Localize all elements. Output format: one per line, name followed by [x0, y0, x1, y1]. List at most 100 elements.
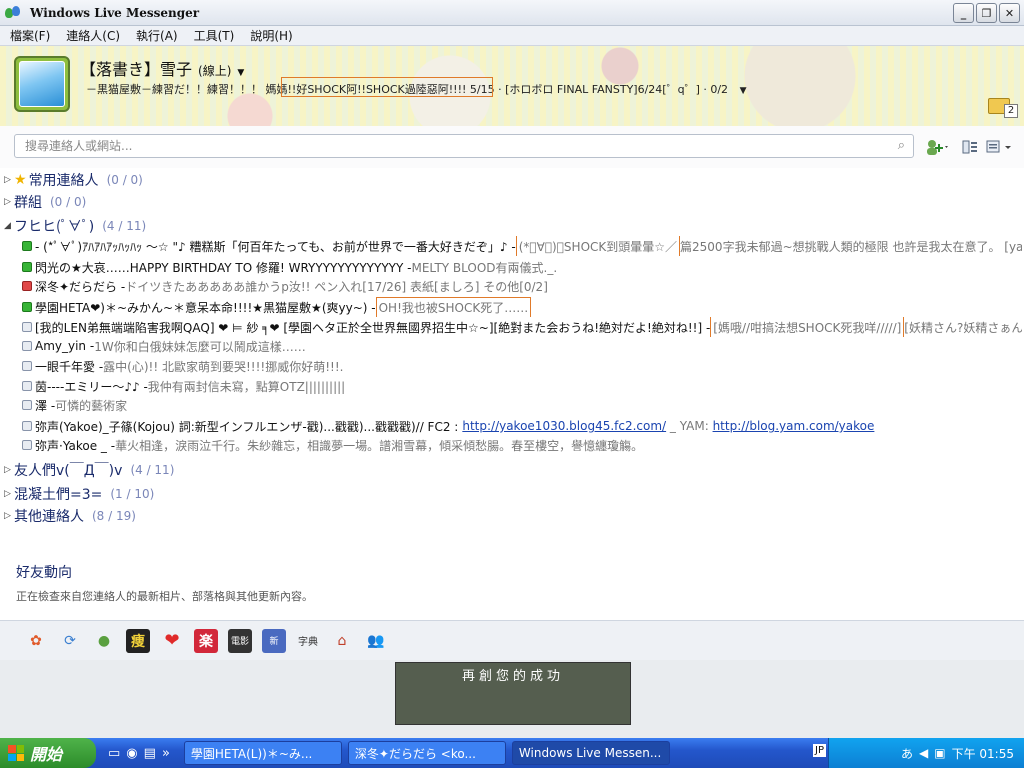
clock[interactable]: 下午 01:55: [952, 745, 1014, 762]
title-bar[interactable]: Windows Live Messenger _ ❐ ✕: [0, 0, 1024, 26]
group-other[interactable]: ▷ 其他連絡人 (8 / 19): [4, 505, 136, 527]
group-count: (4 / 11): [102, 219, 147, 233]
menu-contacts[interactable]: 連絡人(C): [66, 27, 120, 44]
group-favorites[interactable]: ▷ ★ 常用連絡人 (0 / 0): [4, 169, 143, 191]
group-groups[interactable]: ▷ 群組 (0 / 0): [4, 191, 86, 213]
chinese-chars-icon[interactable]: 新: [262, 628, 286, 653]
expand-arrow-icon[interactable]: ▷: [4, 175, 14, 185]
display-name[interactable]: 【落書き】雪子 (線上) ▼: [80, 56, 244, 80]
group-name: 友人們v(￣Д￣)v: [14, 463, 123, 479]
ime-icon[interactable]: あ: [901, 745, 913, 762]
close-button[interactable]: ✕: [999, 3, 1020, 23]
contact-row[interactable]: 學園HETA❤)＊~みかん~＊意呆本命!!!!★黒猫屋敷★(爽yy~) - OH…: [22, 297, 1022, 317]
contact-name: [我的LEN弟無端端陷害我啊QAQ] ❤ ⊨ 紗 ╕❤ [學園ヘタ正於全世界無國…: [35, 320, 711, 335]
contact-row[interactable]: 弥声·Yakoe _ - 華火相逢，淚雨泣千行。朱紗雜忘，相識夢一場。譜湘雪幕，…: [22, 435, 1022, 455]
collapse-arrow-icon[interactable]: ◢: [4, 221, 14, 231]
link-separator: _ YAM:: [666, 419, 713, 433]
contact-name: 弥声·Yakoe _ -: [35, 438, 116, 453]
group-name: 其他連絡人: [14, 509, 84, 525]
mail-icon[interactable]: 2: [988, 96, 1018, 120]
offline-status-icon: [22, 341, 32, 351]
menu-help[interactable]: 說明(H): [250, 27, 292, 44]
advertisement-banner[interactable]: 再創您的成功: [395, 662, 631, 725]
add-contact-button[interactable]: [924, 138, 950, 156]
group-fuhihi[interactable]: ◢ フヒヒ(ﾟ∀ﾟ) (4 / 11): [4, 215, 146, 237]
taskbar-item-2[interactable]: 深冬✦だらだら <ko...: [347, 741, 506, 765]
display-picture[interactable]: [14, 56, 70, 112]
expand-arrow-icon[interactable]: ▷: [4, 197, 14, 207]
group-friends[interactable]: ▷ 友人們v(￣Д￣)v (4 / 11): [4, 459, 174, 481]
options-menu-icon: [986, 140, 1011, 153]
contact-name: 茵----エミリー～♪♪ -: [35, 379, 148, 394]
status-dropdown-icon[interactable]: ▼: [237, 68, 244, 78]
menu-tools[interactable]: 工具(T): [194, 27, 235, 44]
search-input[interactable]: 搜尋連絡人或網站... ⌕: [14, 134, 914, 158]
expand-arrow-icon[interactable]: ▷: [4, 465, 14, 475]
sync-icon[interactable]: ⟳: [58, 629, 82, 653]
group-name: フヒヒ(ﾟ∀ﾟ): [14, 219, 95, 235]
diet-app-icon[interactable]: 痩: [126, 628, 150, 653]
heart-icon[interactable]: ❤: [160, 629, 184, 653]
media-player-icon[interactable]: ◉: [126, 746, 137, 761]
offline-status-icon: [22, 361, 32, 371]
house-icon[interactable]: ⌂: [330, 629, 354, 653]
contact-name: 一眼千年愛 -: [35, 359, 104, 374]
menu-file[interactable]: 檔案(F): [10, 27, 50, 44]
taskbar-item-label: Windows Live Messen...: [518, 746, 662, 760]
contact-name: 學園HETA❤)＊~みかん~＊意呆本命!!!!★黒猫屋敷★(爽yy~) -: [35, 300, 376, 315]
busy-status-icon: [22, 281, 32, 291]
group-concrete[interactable]: ▷ 混凝土們=3= (1 / 10): [4, 483, 154, 505]
status-label: (線上): [198, 64, 232, 78]
minimize-button[interactable]: _: [953, 3, 974, 23]
expand-arrow-icon[interactable]: ▷: [4, 489, 14, 499]
system-tray: あ ◀ ▣ 下午 01:55: [828, 738, 1024, 768]
whats-new-title[interactable]: 好友動向: [16, 562, 313, 582]
dictionary-icon[interactable]: 字典: [296, 629, 320, 653]
search-placeholder: 搜尋連絡人或網站...: [25, 139, 133, 153]
taskbar-item-3[interactable]: Windows Live Messen...: [511, 741, 670, 765]
start-button[interactable]: 開始: [0, 738, 96, 768]
contact-row[interactable]: 茵----エミリー～♪♪ - 我仲有兩封信未寫，點算OTZ||||||||||: [22, 376, 1022, 396]
language-indicator[interactable]: JP: [813, 744, 826, 757]
show-desktop-icon[interactable]: ▭: [108, 746, 120, 761]
more-chevron-icon[interactable]: »: [162, 746, 170, 761]
personal-message-dropdown-icon[interactable]: ▼: [740, 86, 747, 96]
taskbar-item-1[interactable]: 學園HETA(L))＊~み...: [183, 741, 342, 765]
person-icon[interactable]: ●: [92, 629, 116, 653]
online-status-icon: [22, 302, 32, 312]
contact-list[interactable]: ▷ ★ 常用連絡人 (0 / 0) ▷ 群組 (0 / 0) ◢ フヒヒ(ﾟ∀ﾟ…: [0, 168, 1024, 530]
blog-link-yam[interactable]: http://blog.yam.com/yakoe: [713, 419, 875, 433]
butterfly-icon[interactable]: ✿: [24, 629, 48, 653]
movie-icon[interactable]: 電影: [228, 628, 252, 653]
menu-actions[interactable]: 執行(A): [136, 27, 178, 44]
list-view-icon: [962, 140, 977, 154]
online-status-icon: [22, 241, 32, 251]
contact-row[interactable]: 閃光の★大哀……HAPPY BIRTHDAY TO 修羅! WRYYYYYYYY…: [22, 257, 1022, 277]
blog-link-fc2[interactable]: http://yakoe1030.blog45.fc2.com/: [462, 419, 666, 433]
options-menu-button[interactable]: [986, 138, 1014, 156]
offline-status-icon: [22, 421, 32, 431]
search-icon[interactable]: ⌕: [898, 135, 905, 157]
contact-row[interactable]: - (*ﾟ∀ﾟ)ｱﾊｱﾊｱｯﾊｯﾊｯ ～☆ "♪ 糟糕斯「何百年たっても、お前が…: [22, 236, 1022, 256]
group-count: (0 / 0): [106, 173, 143, 187]
folder-icon[interactable]: ▤: [144, 746, 156, 761]
rakuten-icon[interactable]: 楽: [194, 628, 218, 653]
search-row: 搜尋連絡人或網站... ⌕: [0, 126, 1024, 168]
contact-message-highlighted: OH!我也被SHOCK死了……: [375, 297, 532, 317]
restore-button[interactable]: ❐: [976, 3, 997, 23]
contact-row[interactable]: [我的LEN弟無端端陷害我啊QAQ] ❤ ⊨ 紗 ╕❤ [學園ヘタ正於全世界無國…: [22, 317, 1022, 337]
profile-banner: 【落書き】雪子 (線上) ▼ －黒猫屋敷－練習だ！！練習！！！ 媽媽!!好SHO…: [0, 46, 1024, 126]
contact-row[interactable]: Amy_yin - 1W你和白俄妹妹怎麼可以鬧成這樣……: [22, 336, 1022, 356]
contact-row[interactable]: 一眼千年愛 - 露中(心)!! 北歐家萌到要哭!!!!挪威你好萌!!!.: [22, 356, 1022, 376]
contact-message-highlighted: (*ﾟ∀ﾟ)／SHOCK到頭暈暈☆／: [515, 236, 681, 256]
network-icon[interactable]: ▣: [934, 746, 945, 760]
tray-arrow-icon[interactable]: ◀: [919, 746, 928, 760]
expand-arrow-icon[interactable]: ▷: [4, 511, 14, 521]
contact-message: 可憐的藝術家: [55, 398, 128, 413]
contact-row[interactable]: 澤 - 可憐的藝術家: [22, 395, 1022, 415]
contact-row[interactable]: 深冬✦だらだら - ドイツきたあああああ誰かうp汝!! ペン入れ[17/26] …: [22, 276, 1022, 296]
people-icon[interactable]: 👥: [364, 629, 388, 653]
change-view-button[interactable]: [962, 138, 978, 156]
offline-status-icon: [22, 322, 32, 332]
contact-row[interactable]: 弥声(Yakoe)_子篠(Kojou) 詞:新型インフルエンザ-戳)...戳戳)…: [22, 416, 1022, 436]
